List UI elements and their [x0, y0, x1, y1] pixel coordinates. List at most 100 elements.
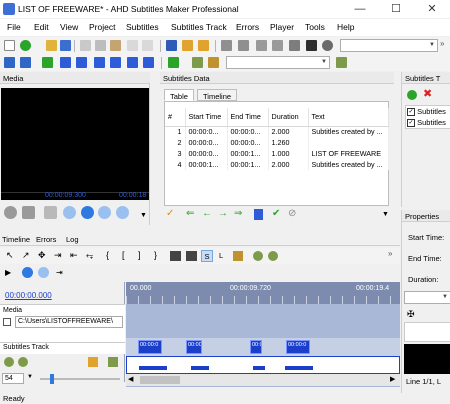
table-row[interactable]: 3 00:00:0... 00:00:1... 1.000 LIST OF FR… — [165, 148, 389, 159]
table-row[interactable]: 1 00:00:0... 00:00:0... 2.000 Subtitles … — [165, 126, 389, 137]
arrow-left-icon[interactable] — [60, 57, 71, 68]
menu-file[interactable]: File — [7, 22, 21, 32]
play-selection-icon[interactable] — [22, 267, 33, 278]
zoom-out-icon[interactable] — [18, 357, 28, 367]
sync-icon[interactable] — [168, 57, 179, 68]
format-combo[interactable]: ▼ — [340, 39, 438, 52]
trim-end-icon[interactable]: ⇤ — [70, 250, 78, 261]
copy-icon[interactable] — [95, 40, 106, 51]
table-row[interactable]: 2 00:00:0... 00:00:0... 1.260 — [165, 137, 389, 148]
video-icon[interactable] — [306, 40, 317, 51]
add-track-icon[interactable] — [407, 90, 417, 100]
maximize-icon[interactable]: ☐ — [378, 0, 414, 18]
bracket-close-icon[interactable]: ] — [138, 250, 141, 260]
menu-edit[interactable]: Edit — [34, 22, 49, 32]
font-combo[interactable]: ▼ — [226, 56, 330, 69]
arrow-left-icon[interactable]: ⇐ — [186, 208, 194, 219]
step-back-icon[interactable] — [63, 206, 76, 219]
tab-timeline[interactable]: Timeline — [197, 89, 238, 101]
zoom-in-icon[interactable] — [4, 357, 14, 367]
skip-icon[interactable]: ⇥ — [56, 268, 63, 277]
close-icon[interactable]: ✕ — [414, 0, 450, 18]
scissors-icon[interactable] — [22, 206, 35, 219]
cancel-icon[interactable]: ⊘ — [288, 208, 296, 219]
zoom-slider-thumb[interactable] — [50, 374, 54, 384]
add-icon[interactable] — [20, 40, 31, 51]
tab-timeline-bottom[interactable]: Timeline — [2, 235, 30, 244]
merge-icon[interactable] — [143, 57, 154, 68]
rewind-icon[interactable] — [4, 206, 17, 219]
menu-subtitles[interactable]: Subtitles — [126, 22, 159, 32]
folder-icon[interactable] — [182, 40, 193, 51]
menu-tools[interactable]: Tools — [305, 22, 325, 32]
document-icon[interactable] — [254, 209, 263, 220]
tab-errors[interactable]: Errors — [36, 235, 56, 244]
menu-subtitles-track[interactable]: Subtitles Track — [171, 22, 227, 32]
globe-icon[interactable] — [322, 40, 333, 51]
convert-icon[interactable] — [238, 40, 249, 51]
zoom-out-icon[interactable] — [268, 251, 278, 261]
current-time[interactable]: 00:00:00.000 — [5, 291, 52, 300]
subtitle-block[interactable]: 00:00:0 — [138, 340, 162, 354]
more-icon[interactable]: ▼ — [382, 211, 389, 218]
media-track-lane[interactable] — [126, 304, 400, 342]
fit-icon[interactable] — [108, 357, 118, 367]
tab-table[interactable]: Table — [164, 89, 194, 101]
cursor-icon[interactable]: ↖ — [6, 250, 14, 261]
play-icon[interactable]: ▶ — [5, 268, 11, 277]
arrow-right-small-icon[interactable]: → — [218, 208, 228, 219]
scroll-left-icon[interactable]: ◀ — [128, 375, 133, 383]
play-icon[interactable] — [81, 206, 94, 219]
snap-toggle[interactable]: S — [201, 250, 213, 262]
tab-log[interactable]: Log — [66, 235, 79, 244]
loop-toggle[interactable]: L — [219, 251, 223, 260]
replace-icon[interactable] — [208, 57, 219, 68]
brace-open-icon[interactable]: { — [106, 250, 109, 260]
project-icon[interactable] — [166, 40, 177, 51]
arrow-left-small-icon[interactable]: ← — [202, 208, 212, 219]
waveform-icon[interactable] — [170, 251, 181, 261]
subtitle-block[interactable]: 00:00:0 — [186, 340, 202, 354]
menu-view[interactable]: View — [60, 22, 78, 32]
cut-icon[interactable] — [80, 40, 91, 51]
track-item[interactable]: ✓ Subtitles — [407, 107, 450, 117]
subtitle-block[interactable]: 00:00:0 — [286, 340, 310, 354]
new-icon[interactable] — [4, 40, 15, 51]
stop-icon[interactable] — [38, 267, 49, 278]
overview-lane[interactable] — [126, 356, 400, 374]
col-end[interactable]: End Time — [227, 108, 269, 127]
style-combo[interactable]: ▼ — [404, 291, 450, 304]
split-icon[interactable]: ⥆ — [86, 250, 93, 261]
accept-icon[interactable]: ✔ — [272, 208, 280, 219]
hourglass-icon[interactable] — [233, 251, 243, 261]
menu-errors[interactable]: Errors — [236, 22, 259, 32]
col-num[interactable]: # — [165, 108, 186, 127]
brace-close-icon[interactable]: } — [154, 250, 157, 260]
timeline-scrollbar[interactable]: ◀ ▶ — [126, 374, 400, 386]
open-icon[interactable] — [46, 40, 57, 51]
zoom-in-icon[interactable] — [253, 251, 263, 261]
stop-icon[interactable] — [98, 206, 111, 219]
menu-help[interactable]: Help — [337, 22, 354, 32]
chevron-right-icon[interactable]: » — [388, 249, 392, 258]
export-icon[interactable] — [221, 40, 232, 51]
menu-project[interactable]: Project — [89, 22, 115, 32]
move-right-icon[interactable] — [110, 57, 121, 68]
upload-icon[interactable] — [272, 40, 283, 51]
search-icon[interactable] — [192, 57, 203, 68]
arrow-right-icon[interactable] — [76, 57, 87, 68]
move-icon[interactable]: ✥ — [38, 250, 46, 261]
trim-start-icon[interactable]: ⇥ — [54, 250, 62, 261]
check-icon[interactable]: ✓ — [166, 208, 174, 219]
align-icon[interactable] — [127, 57, 138, 68]
spectrum-icon[interactable] — [186, 251, 197, 261]
col-start[interactable]: Start Time — [185, 108, 228, 127]
import-icon[interactable] — [198, 40, 209, 51]
refresh-icon[interactable] — [42, 57, 53, 68]
subtitle-block[interactable]: 00:0 — [250, 340, 262, 354]
paste-icon[interactable] — [110, 40, 121, 51]
list-icon[interactable] — [20, 57, 31, 68]
media-path[interactable]: C:\Users\LISTOFFREEWARE\ — [15, 316, 123, 328]
select-icon[interactable]: ↗ — [22, 250, 30, 261]
scroll-right-icon[interactable]: ▶ — [390, 375, 395, 383]
